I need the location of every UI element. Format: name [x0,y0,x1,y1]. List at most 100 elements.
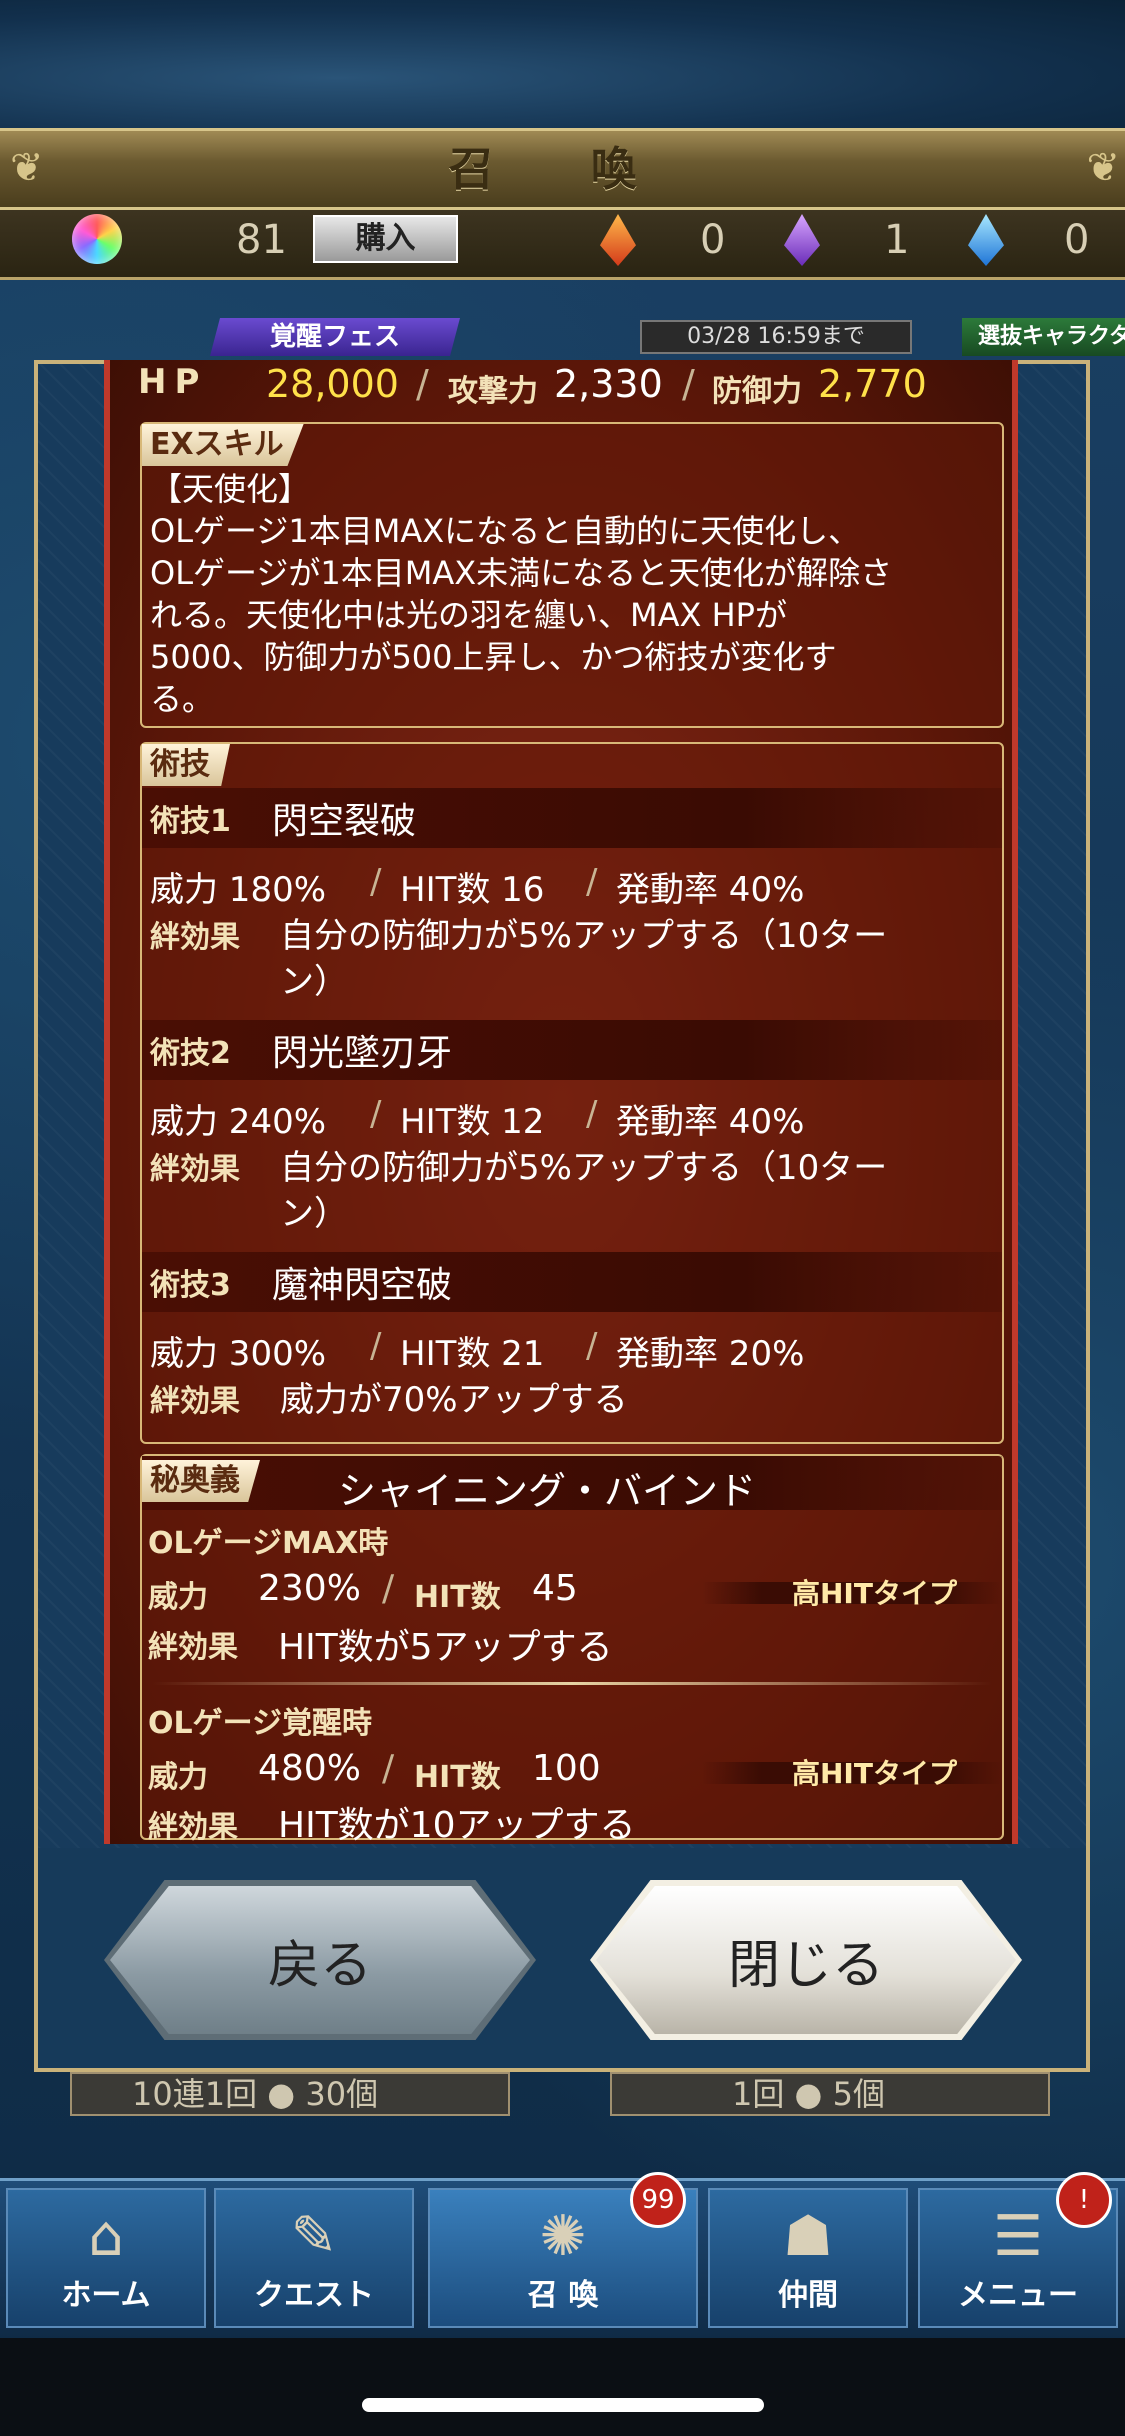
nav-label-quest: クエスト [254,2278,374,2313]
slash-separator: / [370,1326,382,1366]
ougi-awake-power-label: 威力 [148,1760,208,1795]
art-2-header [142,1020,1002,1080]
art-3-label: 術技3 [150,1268,231,1303]
ougi-awake-title: OLゲージ覚醒時 [148,1706,373,1741]
ex-skill-line-2: OLゲージ1本目MAXになると自動的に天使化し、 [150,512,861,550]
def-value: 2,770 [818,362,927,406]
art-1-bond-line-1: 自分の防御力が5%アップする（10ター [280,916,888,956]
art-3-header [142,1252,1002,1312]
summon-icon: ✺ [539,2204,587,2269]
art-1-power: 威力 180% [150,870,327,910]
ougi-max-hits-value: 45 [532,1568,578,1609]
back-button[interactable]: 戻る [110,1886,530,2034]
art-3-bond-label: 絆効果 [150,1384,240,1419]
hp-value: 28,000 [266,362,399,406]
orb-count: 81 [236,217,287,263]
art-3-bond-line-1: 威力が70%アップする [280,1380,628,1420]
ougi-awake-power-value: 480% [258,1748,361,1789]
ex-skill-line-5: 5000、防御力が500上昇し、かつ術技が変化す [150,638,837,676]
slash-separator: / [382,1748,395,1789]
close-button[interactable]: 閉じる [596,1886,1016,2034]
ougi-awake-type: 高HITタイプ [792,1757,957,1790]
art-3-power: 威力 300% [150,1334,327,1374]
slash-separator: / [586,862,598,902]
art-2-rate: 発動率 40% [616,1102,805,1142]
art-1-bond-label: 絆効果 [150,920,240,955]
art-1-label: 術技1 [150,804,231,839]
art-2-hits: HIT数 12 [400,1102,545,1142]
ougi-max-power-label: 威力 [148,1580,208,1615]
art-1-hits: HIT数 16 [400,870,545,910]
hp-label: HP [138,362,208,402]
ougi-max-bond-label: 絆効果 [148,1630,238,1665]
pull-10-strip: 10連1回 ● 30個 [70,2072,510,2116]
ougi-max-title: OLゲージMAX時 [148,1526,389,1561]
nav-item-ally[interactable]: ☗ 仲間 [708,2188,908,2328]
def-label: 防御力 [712,374,802,409]
slash-separator: / [382,1568,395,1609]
ougi-awake-bond-label: 絆効果 [148,1810,238,1844]
ex-skill-section: EXスキル 【天使化】 OLゲージ1本目MAXになると自動的に天使化し、 OLゲ… [140,422,1004,728]
ougi-awake-hits-label: HIT数 [414,1760,501,1795]
currency-bar [0,210,1125,280]
nav-item-quest[interactable]: ✎ クエスト [214,2188,414,2328]
ex-skill-line-6: る。 [150,680,215,718]
art-2-power: 威力 240% [150,1102,327,1142]
bottom-safe-area [0,2338,1125,2436]
home-icon: ⌂ [88,2204,124,2269]
nav-label-menu: メニュー [958,2278,1078,2313]
ougi-awake-hits-value: 100 [532,1748,601,1789]
pull-1-strip: 1回 ● 5個 [610,2072,1050,2116]
slash-separator: / [416,362,429,406]
ougi-max-bond-text: HIT数が5アップする [278,1627,613,1668]
rainbow-orb-icon [72,214,122,264]
ex-skill-line-4: れる。天使化中は光の羽を纏い、MAX HPが [150,596,787,634]
ex-skill-tag: EXスキル [142,424,304,466]
summon-badge: 99 [630,2172,686,2228]
slash-separator: / [370,1094,382,1134]
art-1-bond-line-2: ン） [280,962,348,1002]
blue-gem-count: 0 [1064,217,1090,263]
art-2-bond-label: 絆効果 [150,1152,240,1187]
art-2-name: 閃光墜刃牙 [272,1033,453,1074]
nav-item-home[interactable]: ⌂ ホーム [6,2188,206,2328]
art-1-header [142,788,1002,848]
slash-separator: / [586,1326,598,1366]
buy-button[interactable]: 購入 [313,215,458,263]
purple-gem-count: 1 [884,217,910,263]
ex-skill-line-3: OLゲージが1本目MAX未満になると天使化が解除さ [150,554,893,592]
ougi-max-type: 高HITタイプ [792,1577,957,1610]
slash-separator: / [586,1094,598,1134]
ougi-max-hits-label: HIT数 [414,1580,501,1615]
atk-value: 2,330 [554,362,663,406]
red-gem-count: 0 [700,217,726,263]
slash-separator: / [370,862,382,902]
art-3-rate: 発動率 20% [616,1334,805,1374]
nav-label-home: ホーム [61,2278,151,2313]
select-banner: 選抜キャラクタ [962,318,1125,356]
art-1-rate: 発動率 40% [616,870,805,910]
ougi-awake-bond-text: HIT数が10アップする [278,1805,636,1844]
deadline-label: 03/28 16:59まで [640,320,912,354]
ougi-name: シャイニング・バインド [338,1469,757,1513]
nav-label-ally: 仲間 [778,2278,838,2313]
ougi-tag: 秘奥義 [142,1460,260,1502]
art-1-name: 閃空裂破 [272,801,417,842]
arts-tag: 術技 [142,744,230,786]
map-icon: ✎ [290,2204,338,2269]
top-background [0,0,1125,130]
art-3-name: 魔神閃空破 [272,1265,453,1306]
atk-label: 攻撃力 [448,374,538,409]
ougi-divider [152,1682,992,1685]
ougi-section: 秘奥義 シャイニング・バインド OLゲージMAX時 威力 230% / HIT数… [140,1454,1004,1844]
ex-skill-line-1: 【天使化】 [150,470,311,508]
skill-scroll-panel[interactable]: HP 28,000 / 攻撃力 2,330 / 防御力 2,770 EXスキル … [104,360,1018,1844]
ougi-max-power-value: 230% [258,1568,361,1609]
ally-icon: ☗ [782,2204,834,2269]
home-indicator[interactable] [362,2398,764,2412]
art-3-hits: HIT数 21 [400,1334,545,1374]
slash-separator: / [682,362,695,406]
menu-badge: ! [1056,2172,1112,2228]
fes-banner: 覚醒フェス [210,318,460,356]
nav-label-summon: 召 喚 [527,2278,599,2313]
